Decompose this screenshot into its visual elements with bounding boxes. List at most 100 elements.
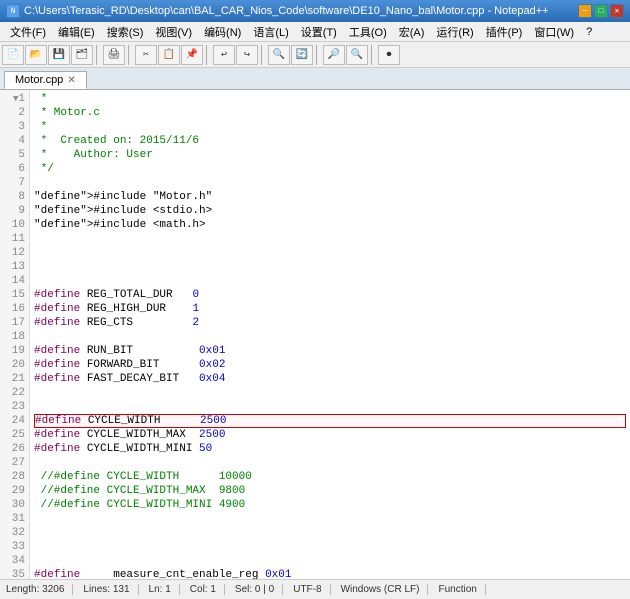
zoom-in-button[interactable]: 🔎 [323,45,345,65]
line-number: 7 [4,176,25,190]
menu-help[interactable]: ? [580,24,598,40]
menu-macro[interactable]: 宏(A) [393,22,431,42]
code-line [34,512,626,526]
line-number: 31 [4,512,25,526]
macro-icon: ⏺ [387,49,392,61]
status-bar: Length: 3206 Lines: 131 Ln: 1 Col: 1 Sel… [0,579,630,599]
toolbar-separator-3 [206,45,210,65]
cut-button[interactable]: ✂ [135,45,157,65]
print-icon: 🖨 [108,49,121,61]
code-line: #define FORWARD_BIT 0x02 [34,358,626,372]
code-line [34,246,626,260]
status-sel: Sel: 0 | 0 [235,584,283,595]
save-all-icon: 🗂 [76,49,89,61]
toolbar-separator-4 [261,45,265,65]
line-number: 29 [4,484,25,498]
cut-icon: ✂ [143,49,149,61]
line-number: 30 [4,498,25,512]
code-line [34,176,626,190]
window-title: C:\Users\Terasic_RD\Desktop\can\BAL_CAR_… [24,5,549,17]
minimize-button[interactable]: ─ [578,4,592,18]
line-number: 33 [4,540,25,554]
code-line: * Created on: 2015/11/6 [34,134,626,148]
code-line [34,456,626,470]
code-line: //#define CYCLE_WIDTH 10000 [34,470,626,484]
line-number: 15 [4,288,25,302]
line-number: 8 [4,190,25,204]
code-line [34,330,626,344]
code-line: * Author: User [34,148,626,162]
line-number: 25 [4,428,25,442]
undo-icon: ↩ [221,49,227,61]
code-line: //#define CYCLE_WIDTH_MINI 4900 [34,498,626,512]
menu-settings[interactable]: 设置(T) [295,22,343,42]
code-line: #define REG_CTS 2 [34,316,626,330]
menu-search[interactable]: 搜索(S) [101,22,150,42]
macro-button[interactable]: ⏺ [378,45,400,65]
code-line [34,260,626,274]
code-line: #define CYCLE_WIDTH_MAX 2500 [34,428,626,442]
code-line [34,400,626,414]
zoom-in-icon: 🔎 [328,49,340,61]
menu-bar: 文件(F) 编辑(E) 搜索(S) 视图(V) 编码(N) 语言(L) 设置(T… [0,22,630,42]
code-line: "define">#include "Motor.h" [34,190,626,204]
code-line: * [34,120,626,134]
line-number: 32 [4,526,25,540]
status-encoding: UTF-8 [293,584,330,595]
status-col: Col: 1 [190,584,225,595]
line-number: 9 [4,204,25,218]
line-number: 3 [4,120,25,134]
maximize-button[interactable]: □ [594,4,608,18]
line-number: 12 [4,246,25,260]
code-line: */ [34,162,626,176]
toolbar-separator-1 [96,45,100,65]
line-number: 28 [4,470,25,484]
status-type: Function [438,584,485,595]
code-line [34,386,626,400]
menu-plugins[interactable]: 插件(P) [480,22,529,42]
open-button[interactable]: 📂 [25,45,47,65]
code-line: #define REG_HIGH_DUR 1 [34,302,626,316]
menu-window[interactable]: 窗口(W) [528,22,580,42]
line-number: 16 [4,302,25,316]
code-line [34,232,626,246]
line-number: 2 [4,106,25,120]
redo-icon: ↪ [244,49,250,61]
line-number: 34 [4,554,25,568]
close-button[interactable]: ✕ [610,4,624,18]
find-button[interactable]: 🔍 [268,45,290,65]
menu-view[interactable]: 视图(V) [149,22,198,42]
line-number: 14 [4,274,25,288]
copy-icon: 📋 [163,49,175,61]
status-lines: Lines: 131 [83,584,138,595]
save-button[interactable]: 💾 [48,45,70,65]
code-line [34,274,626,288]
zoom-out-button[interactable]: 🔍 [346,45,368,65]
print-button[interactable]: 🖨 [103,45,125,65]
code-line: "define">#include <stdio.h> [34,204,626,218]
save-all-button[interactable]: 🗂 [71,45,93,65]
menu-tools[interactable]: 工具(O) [343,22,393,42]
code-area[interactable]: * * Motor.c * * Created on: 2015/11/6 * … [30,90,630,579]
code-line: #define CYCLE_WIDTH_MINI 50 [34,442,626,456]
line-number: 22 [4,386,25,400]
menu-edit[interactable]: 编辑(E) [52,22,101,42]
paste-button[interactable]: 📌 [181,45,203,65]
undo-button[interactable]: ↩ [213,45,235,65]
menu-language[interactable]: 语言(L) [247,22,294,42]
line-number: 19 [4,344,25,358]
line-number: 11 [4,232,25,246]
menu-run[interactable]: 运行(R) [430,22,479,42]
replace-button[interactable]: 🔄 [291,45,313,65]
tab-motor-cpp[interactable]: Motor.cpp ✕ [4,71,87,89]
line-number: ▼1 [4,92,25,106]
new-button[interactable]: 📄 [2,45,24,65]
replace-icon: 🔄 [296,49,308,61]
redo-button[interactable]: ↪ [236,45,258,65]
copy-button[interactable]: 📋 [158,45,180,65]
menu-encoding[interactable]: 编码(N) [198,22,247,42]
menu-file[interactable]: 文件(F) [4,22,52,42]
line-number: 20 [4,358,25,372]
tab-close-button[interactable]: ✕ [67,75,75,86]
line-number: 6 [4,162,25,176]
